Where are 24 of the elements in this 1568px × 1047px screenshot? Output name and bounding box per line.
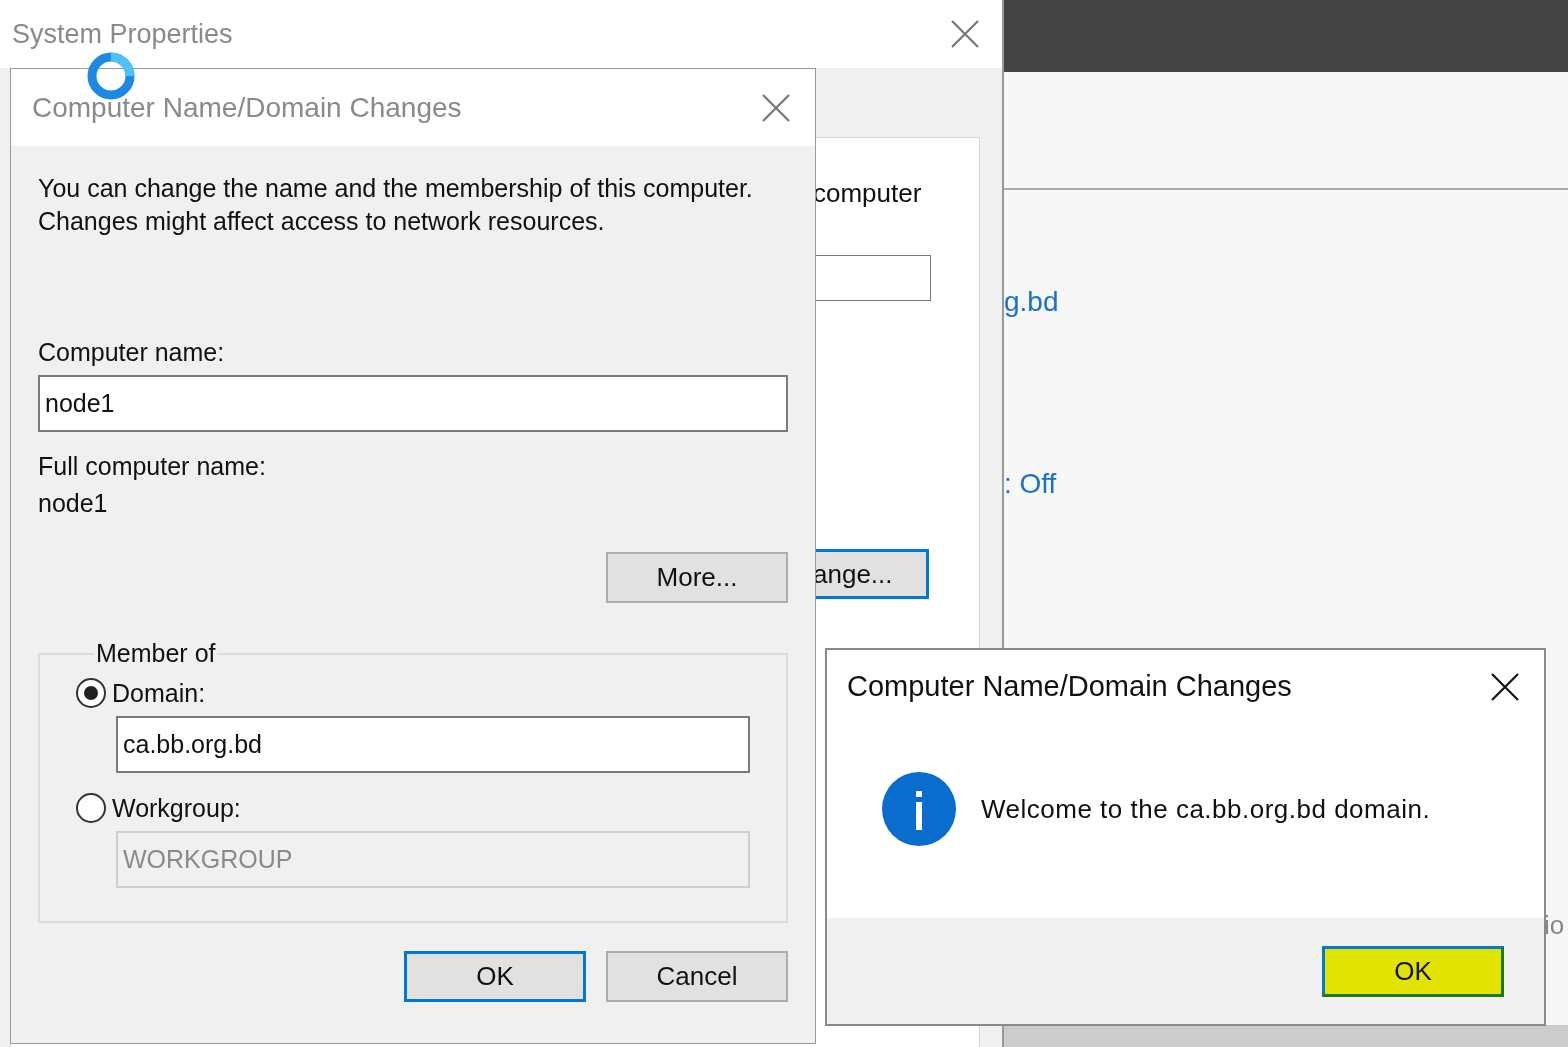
dialog-title: Computer Name/Domain Changes <box>847 670 1292 703</box>
computer-name-field[interactable]: node1 <box>38 375 788 432</box>
close-icon[interactable] <box>1490 671 1520 702</box>
window-title: System Properties <box>12 18 233 50</box>
message-text: Welcome to the ca.bb.org.bd domain. <box>981 793 1431 825</box>
link[interactable]: g.bd <box>1004 286 1059 318</box>
description: You can change the name and the membership of this computer. Changes might affect access to network resources. <box>38 173 754 237</box>
group-label: Member of <box>95 639 217 668</box>
dialog-button[interactable]: OK <box>404 951 586 1002</box>
field-label: Full computer name: <box>38 452 266 481</box>
panel-text: computer <box>813 178 923 209</box>
dialog-title: Computer Name/Domain Changes <box>32 91 462 124</box>
full-name-value: node1 <box>38 489 108 518</box>
ok-button[interactable]: OK <box>1322 946 1504 997</box>
dialog-button[interactable]: Cancel <box>606 951 788 1002</box>
more-button[interactable]: More... <box>606 552 788 603</box>
text-fragment: io <box>1544 910 1565 941</box>
change-button[interactable]: ange... <box>813 549 929 599</box>
info-icon <box>881 771 957 847</box>
radio-button[interactable] <box>76 678 106 708</box>
input-field[interactable]: ca.bb.org.bd <box>116 716 750 773</box>
radio-label[interactable]: Domain: <box>112 678 206 708</box>
link[interactable]: : Off <box>1004 468 1057 500</box>
field-label: Computer name: <box>38 338 225 367</box>
